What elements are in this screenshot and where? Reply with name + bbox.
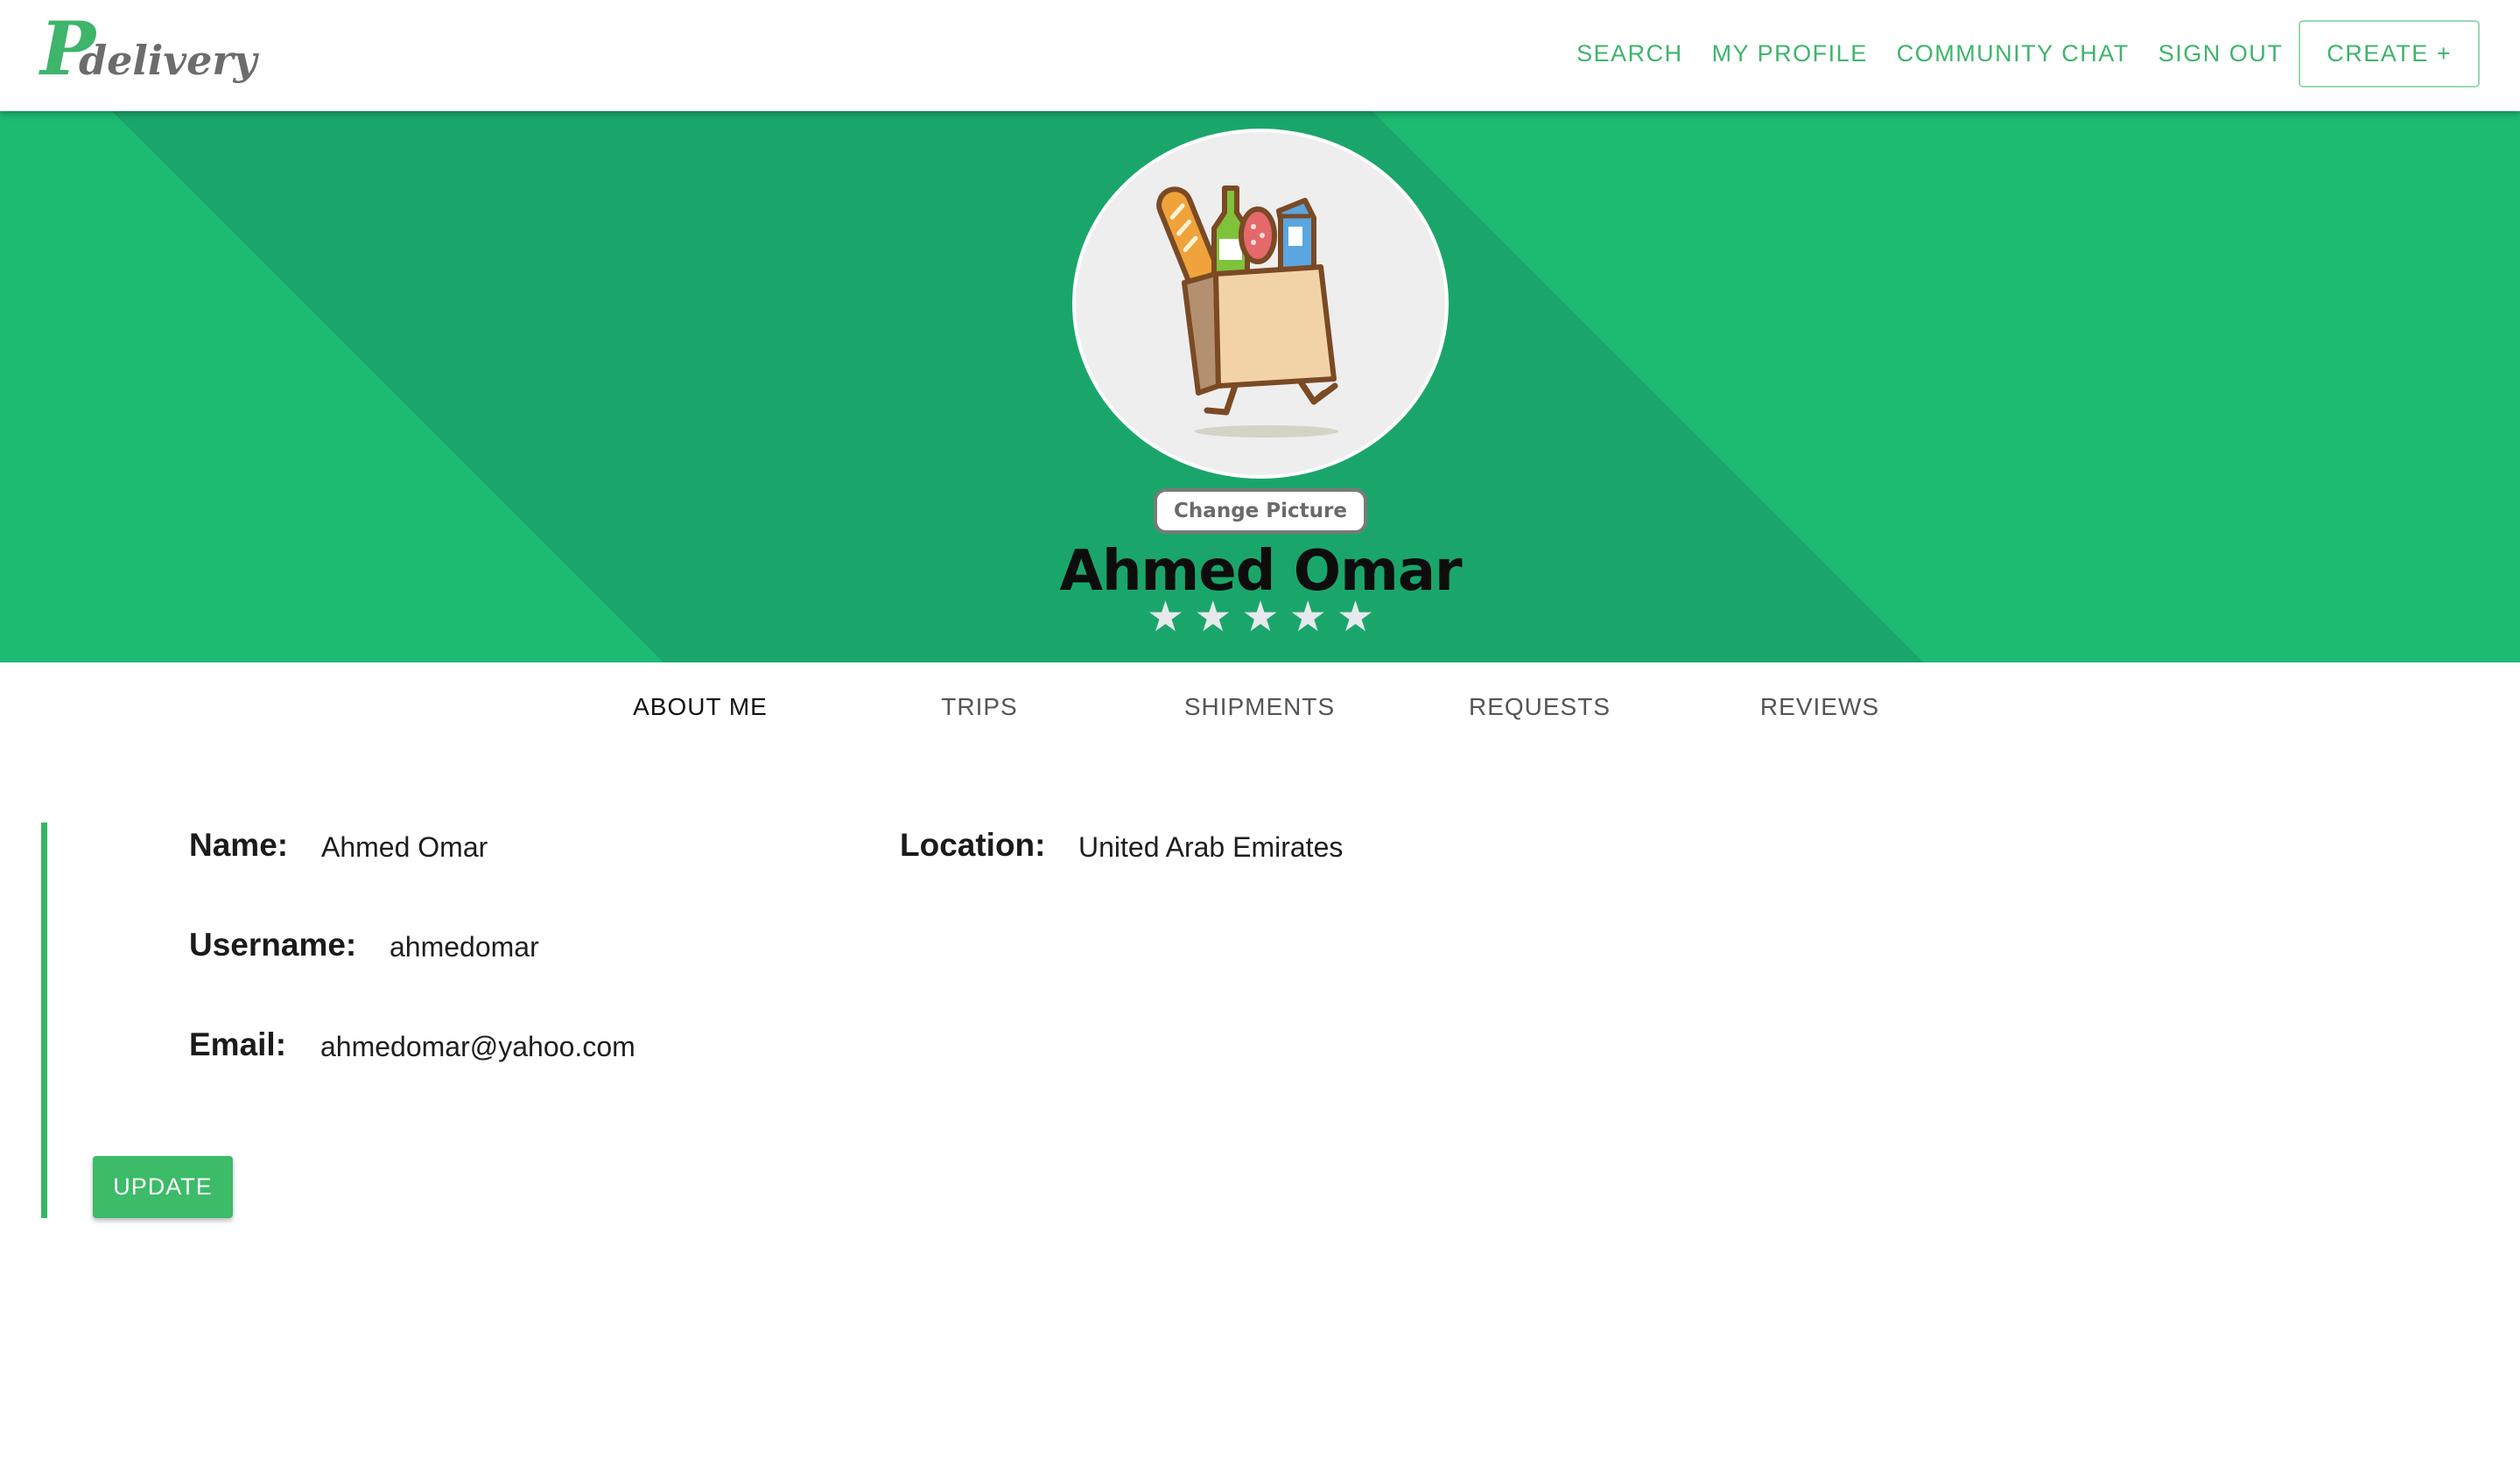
star-icon[interactable]: ★ bbox=[1241, 597, 1279, 639]
name-value: Ahmed Omar bbox=[321, 831, 488, 863]
tab-about-me[interactable]: ABOUT ME bbox=[578, 693, 823, 721]
star-icon[interactable]: ★ bbox=[1194, 597, 1232, 639]
content-accent-bar bbox=[41, 823, 47, 1218]
star-icon[interactable]: ★ bbox=[1337, 597, 1374, 639]
username-label: Username: bbox=[189, 927, 357, 963]
tab-shipments[interactable]: SHIPMENTS bbox=[1137, 693, 1382, 721]
brand-logo[interactable]: P delivery bbox=[40, 12, 256, 95]
profile-avatar bbox=[1072, 129, 1449, 479]
update-button[interactable]: UPDATE bbox=[93, 1156, 233, 1218]
change-picture-button[interactable]: Change Picture bbox=[1154, 488, 1367, 534]
nav-search-link[interactable]: SEARCH bbox=[1576, 40, 1683, 67]
profile-hero-banner: Change Picture Ahmed Omar ★ ★ ★ ★ ★ bbox=[0, 111, 2520, 662]
name-label: Name: bbox=[189, 827, 289, 863]
nav-sign-out-link[interactable]: SIGN OUT bbox=[2158, 40, 2284, 67]
location-label: Location: bbox=[900, 827, 1046, 863]
nav-links: SEARCH MY PROFILE COMMUNITY CHAT SIGN OU… bbox=[1548, 19, 2480, 88]
star-icon[interactable]: ★ bbox=[1289, 597, 1327, 639]
username-value: ahmedomar bbox=[390, 931, 539, 963]
nav-my-profile-link[interactable]: MY PROFILE bbox=[1712, 40, 1868, 67]
tab-requests[interactable]: REQUESTS bbox=[1417, 693, 1662, 721]
email-value: ahmedomar@yahoo.com bbox=[320, 1031, 635, 1062]
top-navbar: P delivery SEARCH MY PROFILE COMMUNITY C… bbox=[0, 0, 2520, 111]
rating-stars: ★ ★ ★ ★ ★ bbox=[1147, 597, 1374, 639]
create-button[interactable]: CREATE + bbox=[2299, 19, 2480, 88]
email-label: Email: bbox=[189, 1026, 287, 1062]
location-value: United Arab Emirates bbox=[1078, 831, 1344, 863]
nav-community-chat-link[interactable]: COMMUNITY CHAT bbox=[1897, 40, 2130, 67]
profile-tabs: ABOUT ME TRIPS SHIPMENTS REQUESTS REVIEW… bbox=[0, 662, 2520, 750]
logo-wordmark: delivery bbox=[79, 37, 257, 84]
grocery-bag-running-icon bbox=[1156, 186, 1338, 438]
star-icon[interactable]: ★ bbox=[1147, 597, 1184, 639]
tab-reviews[interactable]: REVIEWS bbox=[1697, 693, 1942, 721]
tab-trips[interactable]: TRIPS bbox=[857, 693, 1102, 721]
